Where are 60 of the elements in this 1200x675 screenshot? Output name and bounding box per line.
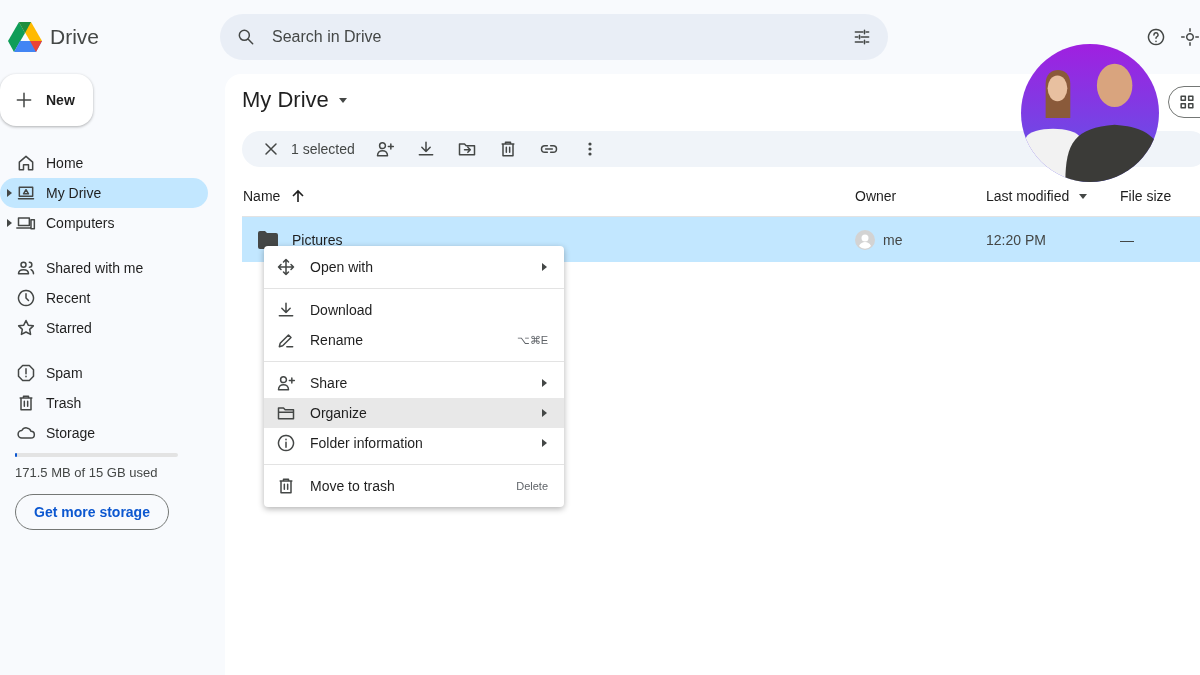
menu-item[interactable]: Organize <box>264 398 564 428</box>
sidebar-item[interactable]: Shared with me <box>0 253 208 283</box>
submenu-arrow-icon <box>540 439 548 447</box>
sidebar-item[interactable]: My Drive <box>0 178 208 208</box>
modified-time: 12:20 PM <box>986 231 1046 248</box>
file-size: — <box>1120 231 1134 248</box>
add-person-icon <box>276 373 296 393</box>
avatar-icon <box>855 229 875 250</box>
menu-item[interactable]: Rename ⌥⌘E <box>264 325 564 355</box>
selection-count: 1 selected <box>291 141 355 157</box>
column-header[interactable]: Owner <box>855 187 897 204</box>
folder-title-dropdown[interactable]: My Drive <box>242 80 353 120</box>
home-icon <box>16 153 36 173</box>
menu-item[interactable]: Folder information <box>264 428 564 458</box>
search-bar[interactable]: Search in Drive <box>220 14 888 60</box>
download-icon <box>276 300 296 320</box>
plus-icon <box>14 90 34 110</box>
search-icon <box>236 27 256 47</box>
file-name: Pictures <box>292 231 343 248</box>
submenu-arrow-icon <box>540 379 548 387</box>
move-icon <box>276 257 296 277</box>
column-header[interactable]: Last modified <box>986 187 1088 204</box>
sidebar-item[interactable]: Computers <box>0 208 208 238</box>
sidebar-item[interactable]: Spam <box>0 358 208 388</box>
grid-view-icon <box>1177 92 1197 112</box>
alert-icon <box>16 363 36 383</box>
menu-item[interactable]: Download <box>264 295 564 325</box>
new-button[interactable]: New <box>0 74 93 126</box>
help-icon <box>1146 27 1166 47</box>
sidebar-item[interactable]: Trash <box>0 388 208 418</box>
app-name: Drive <box>50 25 99 49</box>
storage-usage-text: 171.5 MB of 15 GB used <box>15 465 159 480</box>
menu-item[interactable]: Share <box>264 368 564 398</box>
search-field[interactable]: Search in Drive <box>270 27 838 47</box>
submenu-arrow-icon <box>540 409 548 417</box>
drive-icon <box>16 183 36 203</box>
info-icon <box>276 433 296 453</box>
sort-down-icon <box>1079 191 1088 200</box>
submenu-arrow-icon <box>540 263 548 271</box>
star-icon <box>16 318 36 338</box>
expand-arrow-icon <box>5 219 13 227</box>
column-header[interactable]: File size <box>1120 187 1172 204</box>
sidebar-item[interactable]: Recent <box>0 283 208 313</box>
help-button[interactable] <box>1146 27 1166 47</box>
sidebar-item[interactable]: Starred <box>0 313 208 343</box>
filter-icon <box>852 27 872 47</box>
owner-text: me <box>883 231 903 248</box>
people-icon <box>16 258 36 278</box>
expand-arrow-icon <box>5 189 13 197</box>
drive-logo <box>8 22 42 52</box>
dropdown-arrow-icon <box>338 96 347 104</box>
clock-icon <box>16 288 36 308</box>
sidebar-item[interactable]: Home <box>0 148 208 178</box>
column-header[interactable]: Name <box>242 187 307 204</box>
menu-item[interactable]: Move to trash Delete <box>264 471 564 501</box>
more-icon <box>588 142 593 156</box>
folder-icon <box>258 230 278 249</box>
add-person-icon <box>375 139 396 159</box>
filter-button[interactable] <box>852 27 872 47</box>
sidebar-item[interactable]: Storage <box>0 418 208 448</box>
